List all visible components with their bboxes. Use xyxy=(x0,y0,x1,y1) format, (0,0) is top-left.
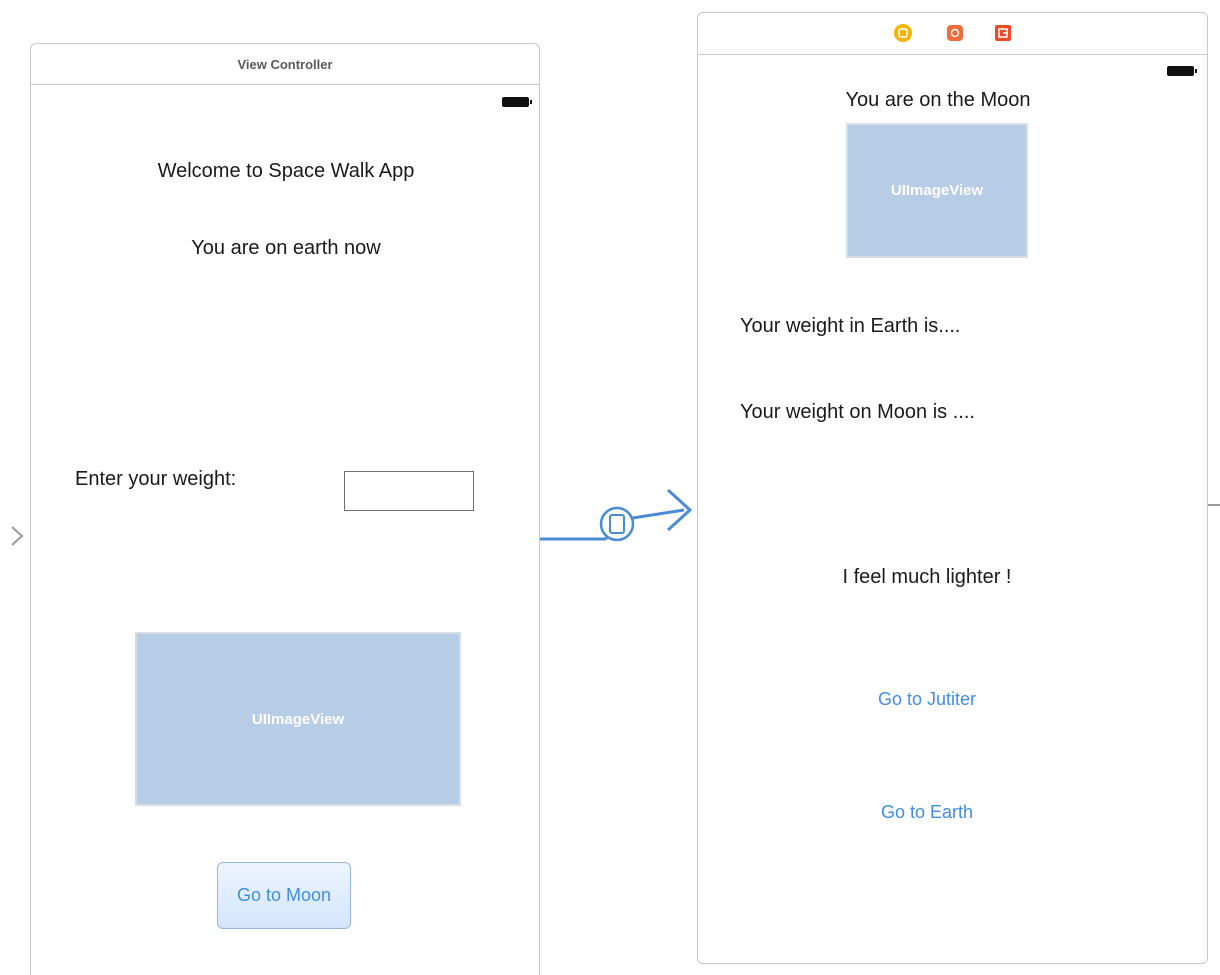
go-to-moon-button[interactable]: Go to Moon xyxy=(217,862,351,929)
first-responder-icon[interactable] xyxy=(946,24,964,42)
weight-prompt-label: Enter your weight: xyxy=(75,468,237,490)
image-view-placeholder-label: UIImageView xyxy=(890,182,984,199)
go-to-jupiter-button[interactable]: Go to Jutiter xyxy=(698,689,1156,710)
scene-dock[interactable] xyxy=(698,13,1207,55)
lighter-label: I feel much lighter ! xyxy=(842,566,1012,588)
moon-view-controller-scene[interactable]: You are on the Moon UIImageView Your wei… xyxy=(697,12,1208,964)
go-to-moon-button-label: Go to Moon xyxy=(236,885,332,905)
exit-icon[interactable] xyxy=(994,24,1012,42)
image-view-placeholder-label: UIImageView xyxy=(251,710,345,728)
weight-input[interactable] xyxy=(344,471,474,511)
battery-icon xyxy=(1167,66,1197,76)
view-controller-icon[interactable] xyxy=(894,24,912,42)
go-to-earth-button[interactable]: Go to Earth xyxy=(698,802,1156,823)
earth-status-label: You are on earth now xyxy=(191,237,381,259)
welcome-label: Welcome to Space Walk App xyxy=(157,160,415,182)
initial-view-controller-arrow-icon[interactable] xyxy=(11,526,24,546)
moon-weight-label: Your weight on Moon is .... xyxy=(740,401,975,423)
moon-status-label: You are on the Moon xyxy=(845,89,1031,111)
moon-image-view[interactable]: UIImageView xyxy=(846,123,1028,258)
storyboard-canvas: View Controller Welcome to Space Walk Ap… xyxy=(0,0,1220,975)
earth-image-view[interactable]: UIImageView xyxy=(135,632,461,806)
segue-show-icon[interactable] xyxy=(599,506,635,542)
scene-title-bar[interactable]: View Controller xyxy=(31,44,539,85)
earth-weight-label: Your weight in Earth is.... xyxy=(740,315,961,337)
battery-icon xyxy=(502,97,532,107)
scene-title: View Controller xyxy=(237,56,333,72)
view-controller-scene[interactable]: View Controller Welcome to Space Walk Ap… xyxy=(30,43,540,975)
